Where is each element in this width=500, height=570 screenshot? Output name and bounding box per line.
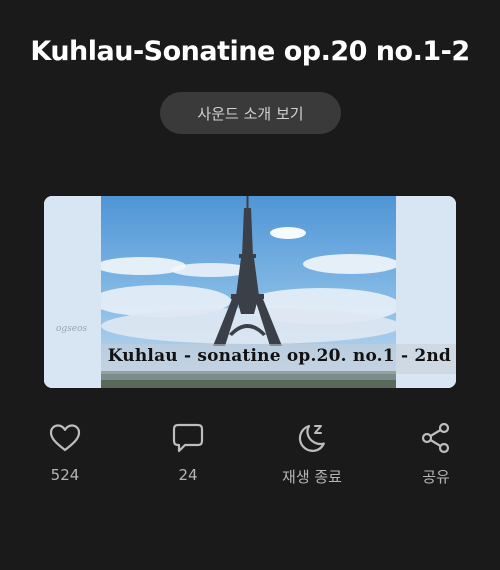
thumbnail-caption: Kuhlau - sonatine op.20. no.1 - 2nd [107, 346, 451, 366]
thumbnail-watermark: ogseos [56, 324, 88, 334]
like-count: 524 [50, 466, 80, 484]
share-button[interactable]: 공유 [386, 420, 486, 487]
comment-icon [172, 423, 204, 453]
sleep-timer-button[interactable]: 재생 종료 [262, 420, 362, 487]
share-icon [421, 422, 450, 454]
comment-button[interactable]: 24 [138, 420, 238, 484]
page-title: Kuhlau-Sonatine op.20 no.1-2 [30, 36, 470, 67]
moon-sleep-icon [298, 424, 325, 452]
action-bar: 524 24 재생 종료 공유 [0, 420, 500, 490]
sound-detail-screen: Kuhlau-Sonatine op.20 no.1-2 사운드 소개 보기 o… [0, 0, 500, 570]
sound-intro-label: 사운드 소개 보기 [197, 104, 304, 123]
comment-count: 24 [178, 466, 198, 484]
sound-intro-button[interactable]: 사운드 소개 보기 [160, 92, 341, 134]
sleep-timer-label: 재생 종료 [282, 468, 342, 486]
like-button[interactable]: 524 [15, 420, 115, 484]
thumbnail-side-left [44, 196, 101, 388]
video-thumbnail[interactable]: ogseos Kuhlau - sonatine op.20. no.1 - 2… [44, 196, 456, 388]
share-label: 공유 [422, 468, 450, 486]
heart-icon [49, 424, 81, 452]
